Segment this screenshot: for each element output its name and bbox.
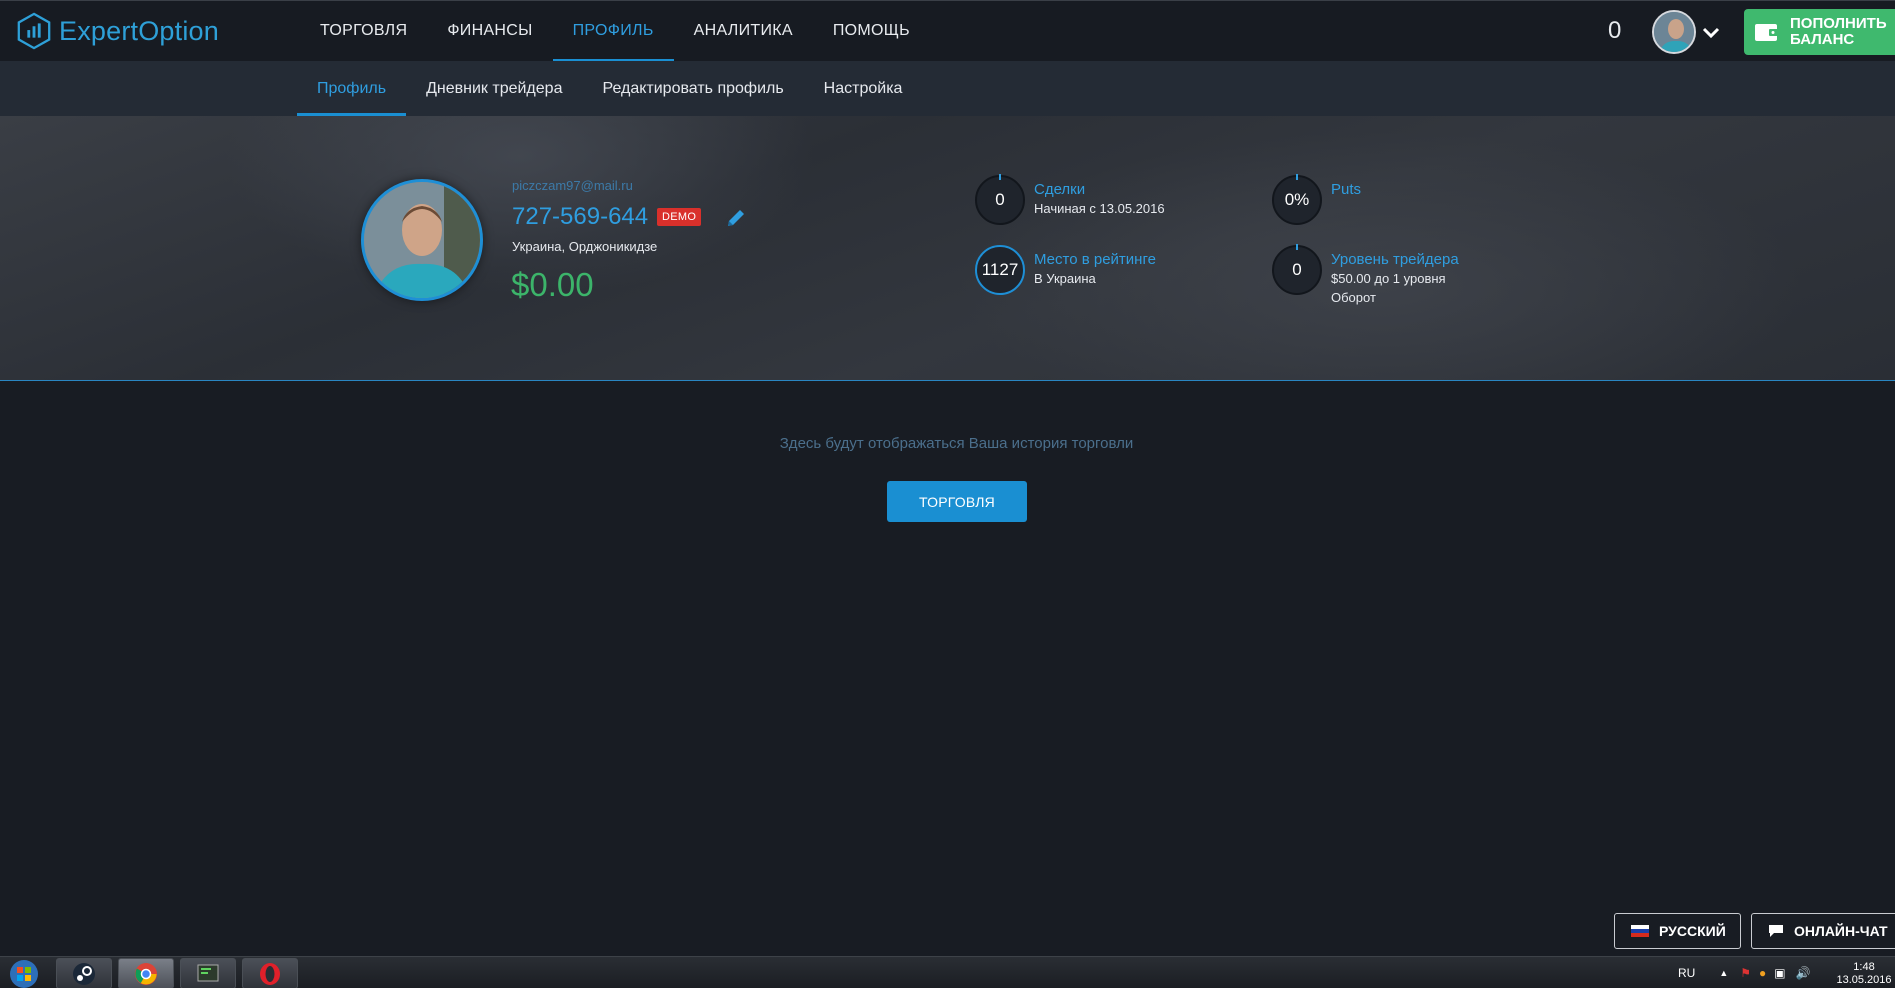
chevron-down-icon[interactable]: [1700, 21, 1722, 43]
update-icon[interactable]: ●: [1759, 966, 1766, 980]
progress-tick: [1296, 244, 1298, 250]
network-icon[interactable]: ▣: [1774, 966, 1785, 980]
trade-button[interactable]: ТОРГОВЛЯ: [887, 481, 1027, 522]
language-button[interactable]: РУССКИЙ: [1614, 913, 1741, 949]
stat-puts-label: Puts: [1331, 181, 1362, 198]
stat-rank-label: Место в рейтинге: [1034, 251, 1156, 268]
stat-deals-value: 0: [975, 175, 1025, 225]
demo-badge: DEMO: [657, 208, 702, 226]
volume-icon[interactable]: 🔊: [1796, 966, 1811, 980]
stat-level-sub: $50.00 до 1 уровня: [1331, 271, 1446, 286]
steam-icon: [73, 962, 95, 985]
clock[interactable]: 1:48 13.05.2016: [1836, 961, 1892, 987]
notification-count[interactable]: 0: [1608, 17, 1621, 45]
stat-puts-value: 0%: [1272, 175, 1322, 225]
clock-time: 1:48: [1853, 961, 1875, 973]
stat-level-label: Уровень трейдера: [1331, 251, 1459, 268]
main-nav: ТОРГОВЛЯ ФИНАНСЫ ПРОФИЛЬ АНАЛИТИКА ПОМОЩ…: [300, 1, 930, 62]
nav-finance[interactable]: ФИНАНСЫ: [427, 1, 552, 62]
online-chat-button[interactable]: ОНЛАЙН-ЧАТ: [1751, 913, 1895, 949]
clock-date: 13.05.2016: [1836, 974, 1892, 986]
os-taskbar: RU ▲ ⚑ ● ▣ 🔊 1:48 13.05.2016: [0, 956, 1895, 988]
logo[interactable]: ExpertOption: [15, 12, 219, 50]
language-label: РУССКИЙ: [1659, 923, 1726, 939]
sub-nav: Профиль Дневник трейдера Редактировать п…: [0, 61, 1895, 116]
taskbar-chrome[interactable]: [118, 958, 174, 988]
nav-trading[interactable]: ТОРГОВЛЯ: [300, 1, 427, 62]
progress-tick: [1296, 174, 1298, 180]
profile-avatar[interactable]: [361, 179, 483, 301]
tab-edit-profile[interactable]: Редактировать профиль: [582, 61, 803, 116]
logo-hexagon-icon: [17, 12, 51, 50]
pencil-icon[interactable]: [725, 207, 747, 229]
flag-icon[interactable]: ⚑: [1740, 966, 1751, 980]
terminal-icon: [197, 964, 219, 981]
tab-profile[interactable]: Профиль: [297, 61, 407, 116]
profile-hero: [0, 116, 1895, 381]
russia-flag-icon: [1631, 925, 1649, 937]
empty-history-text: Здесь будут отображаться Ваша история то…: [779, 435, 1134, 452]
opera-icon: [260, 962, 280, 985]
tab-settings[interactable]: Настройка: [804, 61, 923, 116]
taskbar-app[interactable]: [180, 958, 236, 988]
profile-email: piczczam97@mail.ru: [512, 178, 633, 193]
taskbar-opera[interactable]: [242, 958, 298, 988]
stat-level-value: 0: [1272, 245, 1322, 295]
stat-deals-sub: Начиная с 13.05.2016: [1034, 201, 1165, 216]
stat-level-sub2: Оборот: [1331, 290, 1376, 305]
profile-location: Украина, Орджоникидзе: [512, 239, 658, 254]
input-language[interactable]: RU: [1678, 966, 1695, 980]
deposit-button[interactable]: ПОПОЛНИТЬ БАЛАНС: [1744, 9, 1895, 55]
stat-rank-sub: В Украина: [1034, 271, 1096, 286]
deposit-label-line2: БАЛАНС: [1790, 31, 1855, 48]
chat-bubble-icon: [1769, 925, 1783, 937]
nav-profile[interactable]: ПРОФИЛЬ: [552, 1, 674, 62]
deposit-label-line1: ПОПОЛНИТЬ: [1790, 15, 1887, 32]
stat-rank-value: 1127: [975, 245, 1025, 295]
wallet-icon: [1755, 24, 1779, 41]
brand-name: ExpertOption: [59, 15, 219, 46]
nav-help[interactable]: ПОМОЩЬ: [813, 1, 930, 62]
tab-trader-diary[interactable]: Дневник трейдера: [406, 61, 582, 116]
user-photo-icon: [1654, 12, 1694, 52]
profile-balance: $0.00: [511, 266, 594, 303]
system-tray: RU ▲ ⚑ ● ▣ 🔊: [1678, 957, 1811, 988]
chat-label: ОНЛАЙН-ЧАТ: [1794, 923, 1888, 939]
tray-arrow-up-icon[interactable]: ▲: [1719, 968, 1728, 978]
avatar[interactable]: [1652, 10, 1696, 54]
chrome-icon: [135, 962, 157, 985]
profile-id: 727-569-644: [512, 203, 649, 230]
top-bar: ExpertOption ТОРГОВЛЯ ФИНАНСЫ ПРОФИЛЬ АН…: [0, 0, 1895, 62]
taskbar-steam[interactable]: [56, 958, 112, 988]
progress-tick: [999, 174, 1001, 180]
stat-deals-label: Сделки: [1034, 181, 1086, 198]
windows-start-icon[interactable]: [4, 958, 44, 988]
nav-analytics[interactable]: АНАЛИТИКА: [674, 1, 813, 62]
